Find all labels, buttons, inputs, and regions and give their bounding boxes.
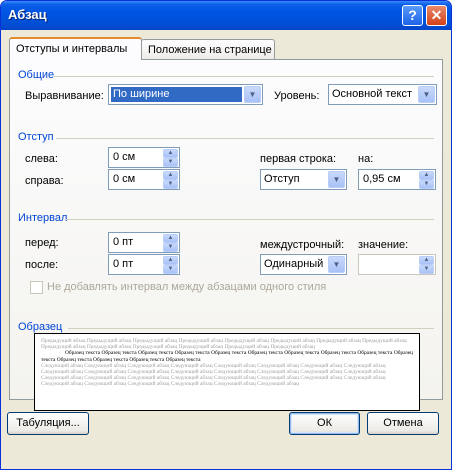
ok-button[interactable]: ОК bbox=[289, 412, 360, 435]
tabs-button-label: Табуляция... bbox=[16, 417, 80, 429]
general-divider bbox=[54, 76, 434, 77]
space-before-spinner[interactable]: 0 пт ▲ ▼ bbox=[108, 232, 180, 253]
spin-down-icon[interactable]: ▼ bbox=[163, 180, 178, 189]
cancel-button[interactable]: Отмена bbox=[367, 412, 439, 435]
first-line-by-value: 0,95 см bbox=[363, 173, 401, 185]
spin-up-icon[interactable]: ▲ bbox=[419, 171, 434, 180]
preview-previous-paragraph: Предыдущий абзац Предыдущий абзац Предыд… bbox=[41, 338, 407, 351]
space-before-value: 0 пт bbox=[113, 236, 134, 248]
tabs-button[interactable]: Табуляция... bbox=[7, 412, 89, 435]
paragraph-dialog: Абзац ? ✕ Отступы и интервалы Положение … bbox=[0, 0, 452, 470]
level-value: Основной текст bbox=[332, 88, 412, 100]
space-after-value: 0 пт bbox=[113, 258, 134, 270]
preview-next-paragraph: Следующий абзац Следующий абзац Следующи… bbox=[41, 362, 386, 388]
tab-indents-spacing-label: Отступы и интервалы bbox=[16, 43, 128, 55]
indent-section-title: Отступ bbox=[18, 131, 54, 143]
spin-down-icon[interactable]: ▼ bbox=[419, 265, 434, 274]
spin-down-icon[interactable]: ▼ bbox=[419, 180, 434, 189]
right-indent-spinner[interactable]: 0 см ▲ ▼ bbox=[108, 169, 180, 190]
general-section-title: Общие bbox=[18, 69, 55, 81]
title-bar[interactable]: Абзац ? ✕ bbox=[1, 1, 451, 30]
no-space-label: Не добавлять интервал между абзацами одн… bbox=[47, 281, 327, 293]
line-spacing-label: междустрочный: bbox=[260, 239, 345, 251]
line-spacing-value: Одинарный bbox=[264, 258, 324, 270]
tab-line-page-breaks-label: Положение на странице bbox=[148, 44, 272, 56]
alignment-select[interactable]: По ширине ▼ bbox=[108, 84, 263, 105]
tab-line-page-breaks[interactable]: Положение на странице bbox=[141, 39, 275, 60]
preview-box: Предыдущий абзац Предыдущий абзац Предыд… bbox=[34, 333, 420, 411]
first-line-by-label: на: bbox=[358, 153, 374, 165]
chevron-down-icon[interactable]: ▼ bbox=[328, 171, 345, 188]
space-before-label: перед: bbox=[25, 237, 59, 249]
alignment-value: По ширине bbox=[111, 87, 242, 102]
preview-divider bbox=[68, 328, 434, 329]
line-spacing-select[interactable]: Одинарный ▼ bbox=[260, 254, 347, 275]
level-select[interactable]: Основной текст ▼ bbox=[328, 84, 437, 105]
first-line-label: первая строка: bbox=[260, 153, 337, 165]
chevron-down-icon[interactable]: ▼ bbox=[418, 86, 435, 103]
first-line-by-spinner[interactable]: 0,95 см ▲ ▼ bbox=[358, 169, 436, 190]
at-spinner[interactable]: ▲ ▼ bbox=[358, 254, 436, 275]
tab-indents-spacing[interactable]: Отступы и интервалы bbox=[9, 37, 142, 60]
chevron-down-icon[interactable]: ▼ bbox=[328, 256, 345, 273]
right-indent-label: справа: bbox=[25, 175, 64, 187]
left-indent-label: слева: bbox=[25, 153, 58, 165]
preview-sample-paragraph: Образец текста Образец текста Образец те… bbox=[41, 350, 413, 363]
first-line-value: Отступ bbox=[264, 173, 300, 185]
spin-up-icon[interactable]: ▲ bbox=[419, 256, 434, 265]
right-indent-value: 0 см bbox=[113, 173, 136, 185]
ok-button-label: ОК bbox=[317, 417, 332, 429]
preview-section-title: Образец bbox=[18, 321, 63, 333]
help-button[interactable]: ? bbox=[402, 5, 423, 26]
level-label: Уровень: bbox=[274, 90, 320, 102]
spacing-divider bbox=[66, 219, 434, 220]
cancel-button-label: Отмена bbox=[383, 417, 423, 429]
chevron-down-icon[interactable]: ▼ bbox=[244, 86, 261, 103]
no-space-checkbox[interactable] bbox=[30, 281, 43, 294]
spacing-section-title: Интервал bbox=[18, 212, 68, 224]
at-label: значение: bbox=[358, 239, 409, 251]
close-button[interactable]: ✕ bbox=[426, 5, 447, 26]
spin-down-icon[interactable]: ▼ bbox=[163, 265, 178, 274]
indent-divider bbox=[56, 138, 434, 139]
spin-up-icon[interactable]: ▲ bbox=[163, 256, 178, 265]
spin-down-icon[interactable]: ▼ bbox=[163, 243, 178, 252]
spin-up-icon[interactable]: ▲ bbox=[163, 234, 178, 243]
spin-up-icon[interactable]: ▲ bbox=[163, 171, 178, 180]
first-line-select[interactable]: Отступ ▼ bbox=[260, 169, 347, 190]
left-indent-spinner[interactable]: 0 см ▲ ▼ bbox=[108, 147, 180, 168]
left-indent-value: 0 см bbox=[113, 151, 136, 163]
space-after-label: после: bbox=[25, 259, 59, 271]
spin-down-icon[interactable]: ▼ bbox=[163, 158, 178, 167]
spin-up-icon[interactable]: ▲ bbox=[163, 149, 178, 158]
space-after-spinner[interactable]: 0 пт ▲ ▼ bbox=[108, 254, 180, 275]
alignment-label: Выравнивание: bbox=[25, 90, 104, 102]
dialog-title: Абзац bbox=[8, 7, 47, 22]
